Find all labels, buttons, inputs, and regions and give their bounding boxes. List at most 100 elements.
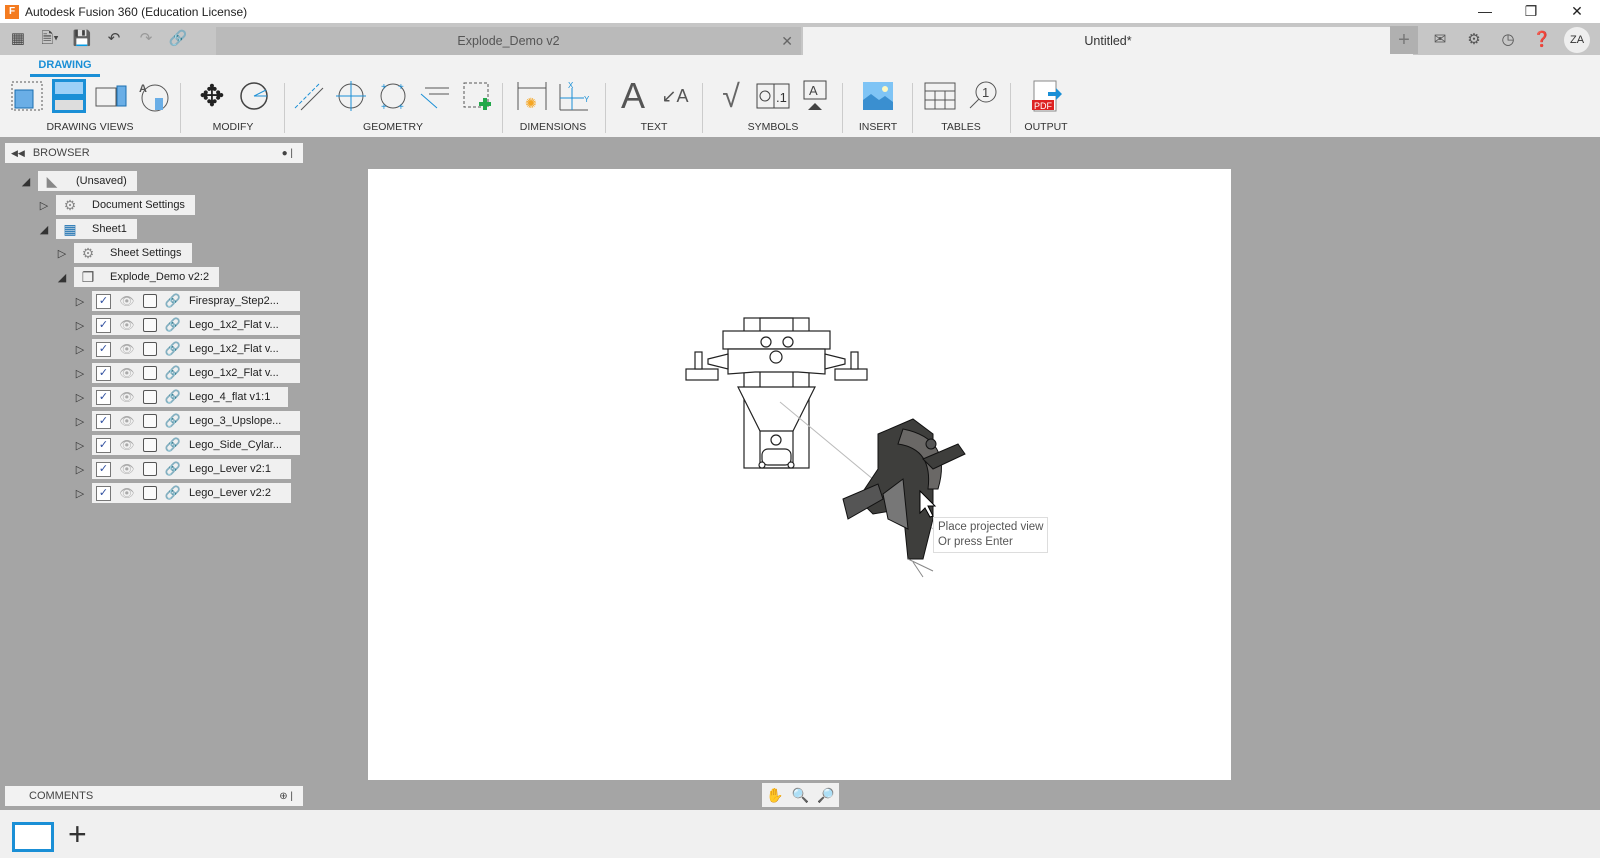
expand-icon[interactable]: ▷ xyxy=(72,439,88,452)
group-label[interactable]: INSERT xyxy=(850,121,906,133)
browser-minimize-icon[interactable]: ● | xyxy=(282,148,293,159)
visibility-checkbox[interactable]: ✓ xyxy=(96,461,111,477)
close-tab-icon[interactable]: ✕ xyxy=(781,27,793,55)
rotate-icon[interactable] xyxy=(237,79,271,113)
eye-icon[interactable]: 👁 xyxy=(117,318,137,332)
feature-control-frame-icon[interactable]: .1 xyxy=(756,79,790,113)
expand-icon[interactable]: ▷ xyxy=(72,391,88,404)
group-label[interactable]: SYMBOLS xyxy=(710,121,836,133)
collapse-icon[interactable]: ◢ xyxy=(18,175,34,188)
visibility-checkbox[interactable]: ✓ xyxy=(96,317,111,333)
expand-icon[interactable]: ▷ xyxy=(72,415,88,428)
visibility-checkbox[interactable]: ✓ xyxy=(96,341,111,357)
tree-component[interactable]: ▷ ✓ 👁 🔗 Lego_3_Upslope... xyxy=(72,411,300,431)
group-label[interactable]: TABLES xyxy=(918,121,1004,133)
eye-icon[interactable]: 👁 xyxy=(117,294,137,308)
app-grid-icon[interactable]: ▦ xyxy=(6,29,30,49)
minimize-button[interactable]: — xyxy=(1462,0,1508,23)
center-mark-pattern-icon[interactable]: + + + + xyxy=(376,79,410,113)
break-view-icon[interactable] xyxy=(460,79,494,113)
pan-icon[interactable]: ✋ xyxy=(766,787,783,804)
restore-button[interactable]: ❐ xyxy=(1508,0,1554,23)
eye-icon[interactable]: 👁 xyxy=(117,414,137,428)
drawing-sheet[interactable]: Place projected view Or press Enter xyxy=(368,169,1231,780)
expand-icon[interactable]: ▷ xyxy=(72,295,88,308)
ordinate-dimension-icon[interactable]: XY xyxy=(557,79,591,113)
expand-icon[interactable]: ▷ xyxy=(72,487,88,500)
new-tab-button[interactable]: + xyxy=(1390,26,1418,54)
tree-view[interactable]: ◢ ❐ Explode_Demo v2:2 xyxy=(54,267,220,287)
group-label[interactable]: GEOMETRY xyxy=(288,121,498,133)
visibility-checkbox[interactable]: ✓ xyxy=(96,293,111,309)
zoom-window-icon[interactable]: 🔍 xyxy=(792,787,809,804)
centerline-icon[interactable] xyxy=(292,79,326,113)
help-icon[interactable]: ❓ xyxy=(1530,28,1554,52)
file-menu-icon[interactable]: 🗎▾ xyxy=(38,29,62,49)
expand-icon[interactable]: ▷ xyxy=(72,343,88,356)
dimension-icon[interactable]: ✺ xyxy=(515,79,549,113)
job-status-icon[interactable]: ◷ xyxy=(1496,28,1520,52)
tab-explode-demo[interactable]: Explode_Demo v2 ✕ xyxy=(216,27,801,55)
eye-icon[interactable]: 👁 xyxy=(117,390,137,404)
link-icon[interactable]: 🔗 xyxy=(166,29,190,49)
tree-component[interactable]: ▷ ✓ 👁 🔗 Lego_4_flat v1:1 xyxy=(72,387,288,407)
eye-icon[interactable]: 👁 xyxy=(117,366,137,380)
tree-component[interactable]: ▷ ✓ 👁 🔗 Lego_1x2_Flat v... xyxy=(72,315,300,335)
table-icon[interactable] xyxy=(923,79,957,113)
group-label[interactable]: DIMENSIONS xyxy=(508,121,598,133)
tree-root[interactable]: ◢ ◣ (Unsaved) xyxy=(18,171,137,191)
group-label[interactable]: OUTPUT xyxy=(1018,121,1074,133)
group-label[interactable]: TEXT xyxy=(612,121,696,133)
tree-sheet1[interactable]: ◢ ▦ Sheet1 xyxy=(36,219,137,239)
surface-texture-icon[interactable]: √ xyxy=(714,78,748,114)
expand-icon[interactable]: ▷ xyxy=(72,319,88,332)
expand-icon[interactable]: ▷ xyxy=(54,247,70,260)
detail-view-icon[interactable]: A xyxy=(136,79,170,113)
wrench-icon[interactable]: ⚙ xyxy=(1462,28,1486,52)
tab-drawing[interactable]: DRAWING xyxy=(30,59,100,77)
collapse-icon[interactable]: ◢ xyxy=(36,223,52,236)
tree-component[interactable]: ▷ ✓ 👁 🔗 Lego_Side_Cylar... xyxy=(72,435,300,455)
visibility-checkbox[interactable]: ✓ xyxy=(96,413,111,429)
group-label[interactable]: DRAWING VIEWS xyxy=(6,121,174,133)
base-view-icon[interactable] xyxy=(10,79,44,113)
expand-icon[interactable]: ▷ xyxy=(36,199,52,212)
redo-icon[interactable]: ↷ xyxy=(134,29,158,49)
balloon-icon[interactable]: 1 xyxy=(965,79,999,113)
section-view-icon[interactable] xyxy=(94,79,128,113)
tree-component[interactable]: ▷ ✓ 👁 🔗 Firespray_Step2... xyxy=(72,291,300,311)
tree-sheet-settings[interactable]: ▷ ⚙ Sheet Settings xyxy=(54,243,192,263)
move-icon[interactable]: ✥ xyxy=(195,79,229,113)
save-icon[interactable]: 💾 xyxy=(70,29,94,49)
tree-document-settings[interactable]: ▷ ⚙ Document Settings xyxy=(36,195,195,215)
pdf-export-icon[interactable]: PDF xyxy=(1029,79,1063,113)
edge-extension-icon[interactable] xyxy=(418,79,452,113)
collapse-icon[interactable]: ◢ xyxy=(54,271,70,284)
group-label[interactable]: MODIFY xyxy=(188,121,278,133)
zoom-fit-icon[interactable]: 🔎 xyxy=(817,787,834,804)
expand-icon[interactable]: ▷ xyxy=(72,463,88,476)
tree-component[interactable]: ▷ ✓ 👁 🔗 Lego_1x2_Flat v... xyxy=(72,339,300,359)
tree-component[interactable]: ▷ ✓ 👁 🔗 Lego_Lever v2:1 xyxy=(72,459,291,479)
sheet-thumbnail[interactable] xyxy=(12,822,54,852)
close-window-button[interactable]: ✕ xyxy=(1554,0,1600,23)
add-comment-icon[interactable]: ⊕ | xyxy=(279,791,293,802)
notifications-icon[interactable]: ✉ xyxy=(1428,28,1452,52)
note-icon[interactable]: ↙A xyxy=(658,79,692,113)
visibility-checkbox[interactable]: ✓ xyxy=(96,389,111,405)
datum-identifier-icon[interactable]: A xyxy=(798,79,832,113)
eye-icon[interactable]: 👁 xyxy=(117,486,137,500)
expand-icon[interactable]: ▷ xyxy=(72,367,88,380)
avatar[interactable]: ZA xyxy=(1564,27,1590,53)
insert-image-icon[interactable] xyxy=(861,79,895,113)
undo-icon[interactable]: ↶ xyxy=(102,29,126,49)
tree-component[interactable]: ▷ ✓ 👁 🔗 Lego_Lever v2:2 xyxy=(72,483,291,503)
visibility-checkbox[interactable]: ✓ xyxy=(96,365,111,381)
collapse-browser-icon[interactable]: ◀◀ xyxy=(11,148,25,159)
tree-component[interactable]: ▷ ✓ 👁 🔗 Lego_1x2_Flat v... xyxy=(72,363,300,383)
eye-icon[interactable]: 👁 xyxy=(117,438,137,452)
visibility-checkbox[interactable]: ✓ xyxy=(96,437,111,453)
visibility-checkbox[interactable]: ✓ xyxy=(96,485,111,501)
eye-icon[interactable]: 👁 xyxy=(117,342,137,356)
eye-icon[interactable]: 👁 xyxy=(117,462,137,476)
